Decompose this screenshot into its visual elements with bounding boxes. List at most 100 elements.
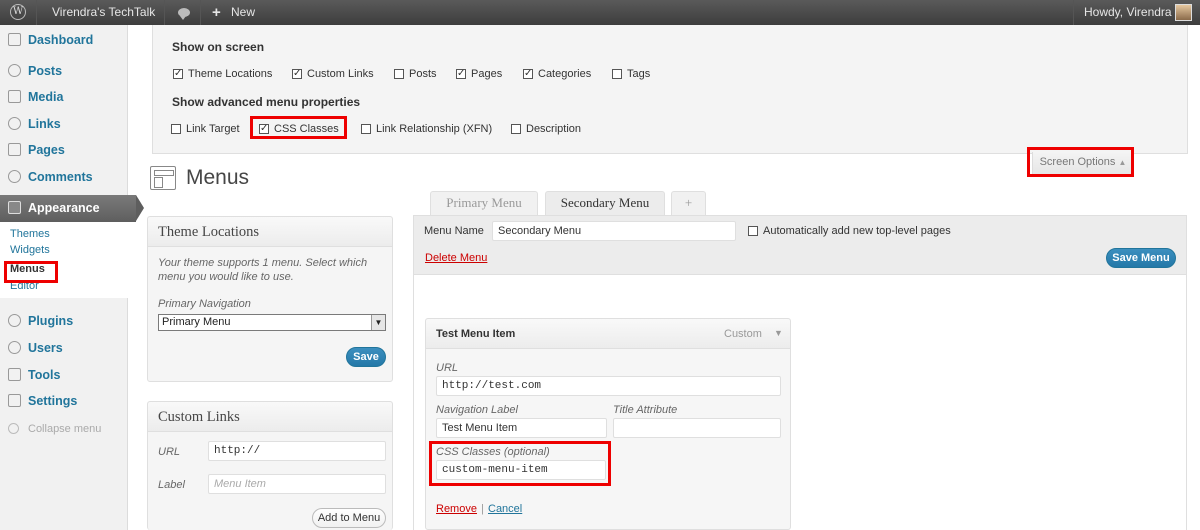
selected-menu-value: Primary Menu (162, 316, 231, 328)
custom-links-title[interactable]: Custom Links (148, 402, 392, 432)
delete-menu-link[interactable]: Delete Menu (425, 252, 487, 264)
comments-bubble-icon[interactable] (178, 8, 190, 20)
wordpress-logo-icon[interactable]: W (10, 4, 26, 20)
dropdown-arrow-icon[interactable]: ▼ (371, 315, 385, 330)
settings-icon (8, 394, 21, 407)
checkbox-custom-links[interactable]: ✓ Custom Links (292, 67, 374, 81)
title-attribute-label: Title Attribute (613, 404, 678, 416)
collapse-menu-label: Collapse menu (28, 423, 102, 435)
checkbox-link-target[interactable]: Link Target (171, 122, 240, 136)
unchecked-box[interactable] (361, 124, 371, 134)
sidebar-item-users[interactable]: Users (0, 335, 128, 361)
sidebar-item-tools[interactable]: Tools (0, 362, 128, 388)
checkbox-label: Custom Links (307, 68, 374, 80)
primary-navigation-select[interactable]: Primary Menu ▼ (158, 314, 386, 331)
sidebar-item-label: Posts (28, 64, 63, 78)
menu-item-header[interactable]: Test Menu Item Custom ▼ (426, 319, 790, 349)
unchecked-box[interactable] (612, 69, 622, 79)
checked-icon[interactable]: ✓ (292, 69, 302, 79)
pin-icon (8, 64, 21, 77)
checkbox-label: Automatically add new top-level pages (763, 225, 951, 237)
custom-link-url-label: URL (158, 446, 181, 458)
collapse-menu-button[interactable]: Collapse menu (0, 416, 128, 442)
submenu-item-widgets[interactable]: Widgets (10, 242, 50, 258)
theme-locations-title[interactable]: Theme Locations (148, 217, 392, 247)
navigation-label-input[interactable]: Test Menu Item (436, 418, 607, 438)
save-locations-button[interactable]: Save (346, 347, 386, 367)
show-on-screen-heading: Show on screen (172, 40, 265, 54)
highlight-box-css-field (429, 441, 611, 486)
submenu-item-themes[interactable]: Themes (10, 226, 50, 242)
remove-item-link[interactable]: Remove (436, 503, 477, 515)
sidebar-item-appearance[interactable]: Appearance (0, 195, 144, 222)
home-icon (8, 33, 21, 46)
admin-bar-divider (164, 0, 165, 25)
unchecked-box[interactable] (511, 124, 521, 134)
tab-add-menu[interactable]: + (671, 191, 706, 215)
expand-arrow-icon[interactable]: ▼ (774, 328, 783, 338)
tab-primary-menu[interactable]: Primary Menu (430, 191, 538, 215)
admin-bar-divider (36, 0, 37, 25)
sidebar-item-label: Dashboard (28, 33, 94, 47)
advanced-properties-heading: Show advanced menu properties (172, 95, 361, 109)
checkbox-label: Posts (409, 68, 437, 80)
page-icon (8, 143, 21, 156)
checkbox-label: Description (526, 123, 582, 135)
checkbox-theme-locations[interactable]: ✓ Theme Locations (173, 67, 272, 81)
checked-icon[interactable]: ✓ (523, 69, 533, 79)
save-menu-button[interactable]: Save Menu (1106, 248, 1176, 268)
page-title: Menus (186, 166, 250, 189)
checked-icon[interactable]: ✓ (456, 69, 466, 79)
sidebar-item-label: Media (28, 90, 64, 104)
menu-editor-header: Menu Name Secondary Menu Automatically a… (413, 215, 1187, 274)
auto-add-pages-checkbox[interactable]: Automatically add new top-level pages (748, 224, 951, 238)
add-to-menu-button[interactable]: Add to Menu (312, 508, 386, 528)
unchecked-box[interactable] (394, 69, 404, 79)
sidebar-item-posts[interactable]: Posts (0, 58, 128, 84)
checkbox-posts[interactable]: Posts (394, 67, 437, 81)
checkbox-description[interactable]: Description (511, 122, 581, 136)
checkbox-tags[interactable]: Tags (612, 67, 650, 81)
checkbox-label: Tags (627, 68, 651, 80)
link-separator: | (481, 503, 484, 515)
sidebar-item-pages[interactable]: Pages (0, 137, 128, 163)
custom-link-label-input[interactable]: Menu Item (208, 474, 386, 494)
sidebar-item-settings[interactable]: Settings (0, 388, 128, 414)
appearance-icon (8, 201, 21, 214)
menu-item-url-input[interactable]: http://test.com (436, 376, 781, 396)
sidebar-item-comments[interactable]: Comments (0, 164, 128, 190)
sidebar-item-plugins[interactable]: Plugins (0, 308, 128, 334)
cancel-item-link[interactable]: Cancel (488, 503, 522, 515)
sidebar-item-label: Plugins (28, 314, 74, 328)
checkbox-pages[interactable]: ✓ Pages (456, 67, 502, 81)
admin-bar: W Virendra's TechTalk + New Howdy, Viren… (0, 0, 1200, 25)
checkbox-label: Link Target (186, 123, 240, 135)
theme-locations-box: Theme Locations Your theme supports 1 me… (147, 216, 393, 382)
unchecked-box[interactable] (171, 124, 181, 134)
checkbox-categories[interactable]: ✓ Categories (523, 67, 591, 81)
plus-icon[interactable]: + (212, 0, 221, 25)
sidebar-item-dashboard[interactable]: Dashboard (0, 27, 128, 53)
custom-link-url-input[interactable]: http:// (208, 441, 386, 461)
sidebar-item-media[interactable]: Media (0, 84, 128, 110)
users-icon (8, 341, 21, 354)
admin-sidebar: Dashboard Posts Media Links Pages Commen… (0, 25, 144, 530)
comment-icon (8, 170, 21, 183)
tools-icon (8, 368, 21, 381)
unchecked-box[interactable] (748, 226, 758, 236)
custom-links-box: Custom Links URL http:// Label Menu Item… (147, 401, 393, 530)
checked-icon[interactable]: ✓ (173, 69, 183, 79)
menu-name-input[interactable]: Secondary Menu (492, 221, 736, 241)
site-name-link[interactable]: Virendra's TechTalk (52, 0, 155, 25)
plug-icon (8, 314, 21, 327)
collapse-arrow-icon (8, 423, 19, 434)
sidebar-item-links[interactable]: Links (0, 111, 128, 137)
checkbox-label: Theme Locations (188, 68, 273, 80)
checkbox-link-relationship[interactable]: Link Relationship (XFN) (361, 122, 492, 136)
howdy-user-menu[interactable]: Howdy, Virendra (1084, 0, 1172, 25)
title-attribute-input[interactable] (613, 418, 781, 438)
sidebar-item-label: Links (28, 117, 61, 131)
new-content-link[interactable]: New (231, 0, 255, 25)
tab-secondary-menu[interactable]: Secondary Menu (545, 191, 665, 216)
user-avatar[interactable] (1175, 4, 1192, 21)
